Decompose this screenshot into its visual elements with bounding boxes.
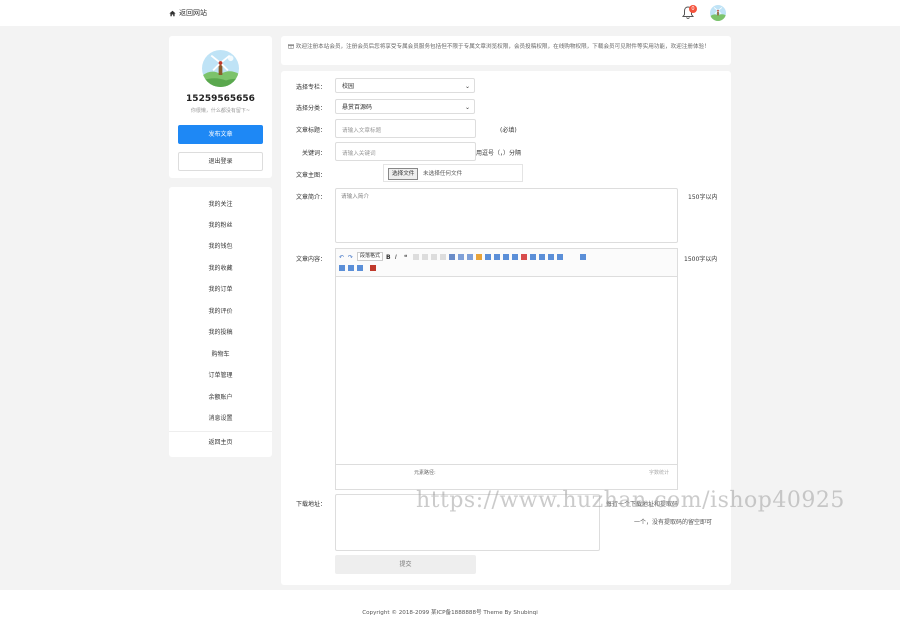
undo-icon[interactable]: ↶ <box>339 254 345 261</box>
menu-item-follows[interactable]: 我的关注 <box>169 194 272 215</box>
download-label: 下载地址： <box>295 501 326 508</box>
chevron-down-icon: ⌄ <box>464 83 470 90</box>
publish-article-button[interactable]: 发布文章 <box>178 125 263 144</box>
element-path: 元素路径: <box>414 470 436 476</box>
align-right-icon[interactable] <box>431 253 438 260</box>
user-signature: 你很懒，什么都没有留下~ <box>190 108 251 114</box>
menu-item-order-management[interactable]: 订单管理 <box>169 365 272 386</box>
chevron-down-icon: ⌄ <box>464 104 470 111</box>
logout-button[interactable]: 退出登录 <box>178 152 263 171</box>
intro-hint: 150字以内 <box>688 194 718 201</box>
home-icon <box>169 10 176 16</box>
delete-row-icon[interactable] <box>521 253 528 260</box>
emoticon-icon[interactable] <box>539 253 546 260</box>
preview-icon[interactable] <box>557 253 564 260</box>
keywords-label: 关键词： <box>301 150 326 157</box>
insert-link-icon[interactable] <box>449 253 456 260</box>
file-status: 未选择任何文件 <box>423 171 463 177</box>
page-footer: Copyright © 2018-2099 某ICP备1888888号 Them… <box>0 590 900 632</box>
menu-item-message-settings[interactable]: 消息设置 <box>169 408 272 429</box>
cover-label: 文章主图： <box>295 172 326 179</box>
insert-row-icon[interactable] <box>494 253 501 260</box>
intro-textarea[interactable]: 请输入简介 <box>335 188 678 243</box>
top-bar: 返回网站 0 <box>0 0 900 26</box>
toolbar-row-1: ↶ ↷ 段落格式 B I ❝ <box>339 252 587 261</box>
back-to-site-label: 返回网站 <box>179 9 207 17</box>
keywords-input[interactable]: 请输入关键词 <box>335 142 476 161</box>
bold-icon[interactable]: B <box>386 254 392 261</box>
template-icon[interactable] <box>548 253 555 260</box>
toolbar-row-2 <box>339 265 376 271</box>
paragraph-format-select[interactable]: 段落格式 <box>357 252 384 261</box>
welcome-notice: 欢迎注册本站会员，注册会员后您将享受专属会员服务包括但不限于专属文章浏览权限，会… <box>281 36 731 65</box>
category-label: 选择分类： <box>295 105 326 112</box>
menu-item-fans[interactable]: 我的粉丝 <box>169 215 272 236</box>
editor-toolbar: ↶ ↷ 段落格式 B I ❝ <box>336 249 677 277</box>
cover-file-input: 选择文件 未选择任何文件 <box>383 164 523 182</box>
align-justify-icon[interactable] <box>440 253 447 260</box>
intro-label: 文章简介： <box>295 194 326 201</box>
content-label: 文章内容： <box>295 256 326 263</box>
quote-icon[interactable]: ❝ <box>404 254 410 261</box>
profile-card: 15259565656 你很懒，什么都没有留下~ 发布文章 退出登录 <box>169 36 272 178</box>
ordered-list-icon[interactable] <box>458 253 465 260</box>
notification-badge: 0 <box>689 5 697 13</box>
menu-item-balance[interactable]: 余额账户 <box>169 387 272 408</box>
menu-item-cart[interactable]: 购物车 <box>169 344 272 365</box>
notice-text: 欢迎注册本站会员，注册会员后您将享受专属会员服务包括但不限于专属文章浏览权限，会… <box>288 42 724 52</box>
profile-avatar[interactable] <box>202 50 239 87</box>
download-hint-2: 一个，没有提取码的留空即可 <box>634 519 713 526</box>
menu-item-submissions[interactable]: 我的投稿 <box>169 322 272 343</box>
menu-item-reviews[interactable]: 我的评价 <box>169 301 272 322</box>
flag-icon[interactable] <box>370 265 376 271</box>
submit-button[interactable]: 提交 <box>335 555 476 574</box>
username: 15259565656 <box>186 94 255 104</box>
align-left-icon[interactable] <box>413 253 420 260</box>
editor-footer: 元素路径: 字数统计 <box>336 464 677 479</box>
cell-align-left-icon[interactable] <box>339 265 345 271</box>
insert-col-icon[interactable] <box>503 253 510 260</box>
back-to-site-link[interactable]: 返回网站 <box>169 8 207 18</box>
align-center-icon[interactable] <box>422 253 429 260</box>
table-icon[interactable] <box>485 253 492 260</box>
menu-item-back-home[interactable]: 返回主页 <box>169 432 272 453</box>
title-hint: (必填) <box>500 127 517 134</box>
keywords-hint: 用逗号（，）分隔 <box>476 150 522 157</box>
rich-text-editor[interactable]: ↶ ↷ 段落格式 B I ❝ 元素路径: 字数统计 <box>335 248 678 490</box>
title-label: 文章标题： <box>295 127 326 134</box>
column-label: 选择专栏： <box>295 84 326 91</box>
code-icon[interactable] <box>530 253 537 260</box>
redo-icon[interactable]: ↷ <box>348 254 354 261</box>
choose-file-button[interactable]: 选择文件 <box>388 168 419 180</box>
side-menu: 我的关注 我的粉丝 我的钱包 我的收藏 我的订单 我的评价 我的投稿 购物车 订… <box>169 187 272 457</box>
unordered-list-icon[interactable] <box>467 253 474 260</box>
italic-icon[interactable]: I <box>395 254 401 261</box>
watermark: https://www.huzhan.com/ishop40925 <box>416 488 845 513</box>
menu-item-favorites[interactable]: 我的收藏 <box>169 258 272 279</box>
merge-cells-icon[interactable] <box>512 253 519 260</box>
word-count: 字数统计 <box>648 470 669 476</box>
menu-item-wallet[interactable]: 我的钱包 <box>169 236 272 257</box>
menu-item-orders[interactable]: 我的订单 <box>169 279 272 300</box>
fullscreen-icon[interactable] <box>580 253 587 260</box>
content-hint: 1500字以内 <box>684 256 718 263</box>
cell-align-right-icon[interactable] <box>357 265 363 271</box>
user-avatar[interactable] <box>710 5 726 21</box>
column-select[interactable]: 校园 ⌄ <box>335 78 475 93</box>
category-select[interactable]: 悬赏百源码 ⌄ <box>335 99 475 114</box>
title-input[interactable]: 请输入文章标题 <box>335 119 476 138</box>
gift-icon <box>288 44 294 49</box>
image-icon[interactable] <box>476 253 483 260</box>
cell-align-center-icon[interactable] <box>348 265 354 271</box>
footer-copyright: Copyright © 2018-2099 某ICP备1888888号 Them… <box>362 610 538 616</box>
